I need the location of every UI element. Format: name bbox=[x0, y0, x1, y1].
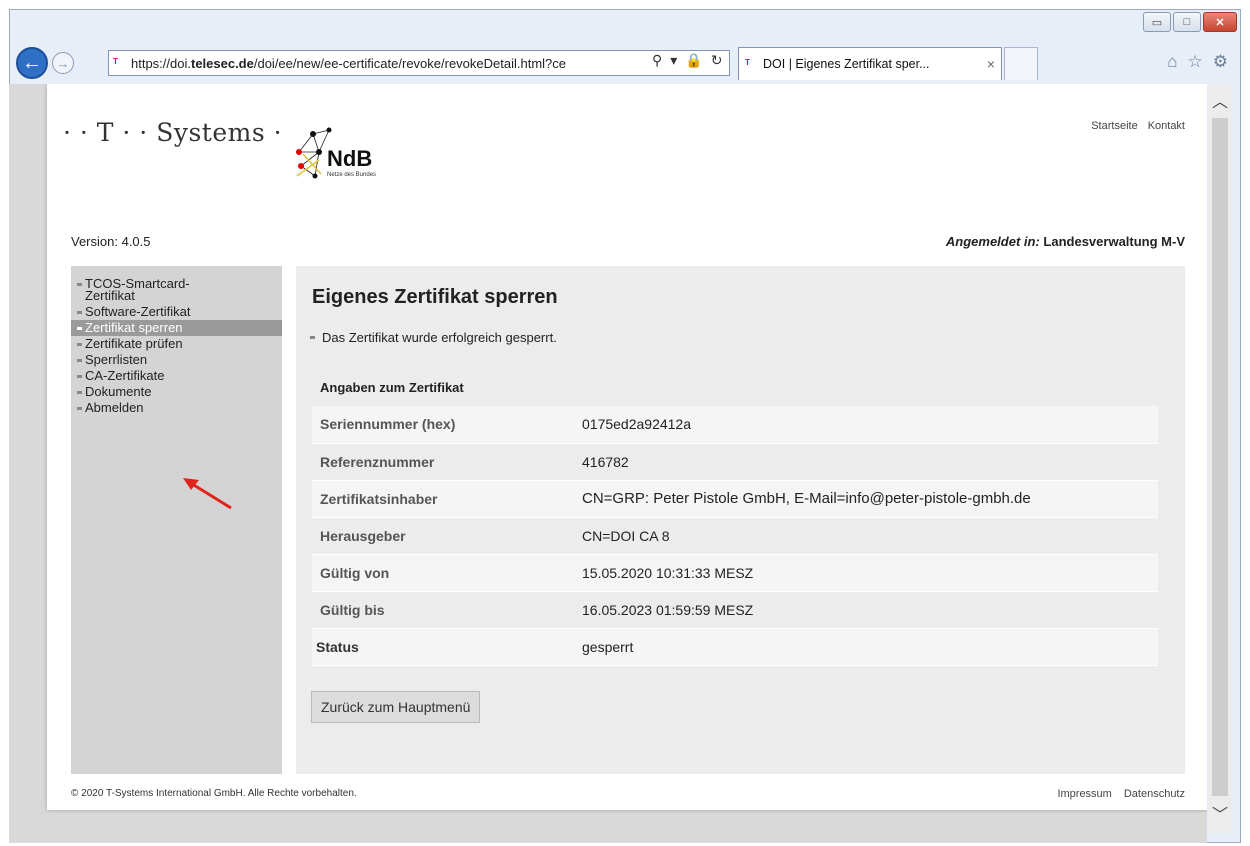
detail-key: Seriennummer (hex) bbox=[312, 406, 582, 444]
home-icon[interactable]: ⌂ bbox=[1167, 52, 1177, 72]
back-button[interactable]: ← bbox=[16, 47, 48, 79]
sidebar-nav: TCOS-Smartcard-Zertifikat Software-Zerti… bbox=[71, 266, 282, 774]
telekom-favicon-icon: T bbox=[113, 57, 118, 66]
ndb-text: NdB bbox=[327, 146, 373, 171]
scroll-up-icon[interactable]: ︿ bbox=[1208, 88, 1232, 112]
tab-favicon-icon: T bbox=[745, 58, 750, 67]
url-path: /doi/ee/new/ee-certificate/revoke/revoke… bbox=[253, 55, 567, 71]
forward-arrow-icon: → bbox=[56, 55, 70, 71]
success-message: Das Zertifikat wurde erfolgreich gesperr… bbox=[310, 330, 557, 345]
sidebar-item-dokumente[interactable]: Dokumente bbox=[71, 384, 282, 400]
url-domain: telesec.de bbox=[190, 55, 254, 71]
section-title: Angaben zum Zertifikat bbox=[320, 380, 464, 395]
detail-value: 16.05.2023 01:59:59 MESZ bbox=[582, 591, 1158, 629]
certificate-details-table: Seriennummer (hex) 0175ed2a92412a Refere… bbox=[312, 406, 1158, 666]
dropdown-arrow-icon[interactable]: ▾ bbox=[670, 52, 677, 69]
table-row: Zertifikatsinhaber CN=GRP: Peter Pistole… bbox=[312, 480, 1158, 518]
new-tab-button[interactable] bbox=[1004, 47, 1038, 80]
page-viewport: · · T · · Systems · NdB Netze des Bundes… bbox=[9, 84, 1207, 843]
detail-key: Zertifikatsinhaber bbox=[312, 480, 582, 518]
detail-key: Gültig bis bbox=[312, 591, 582, 629]
detail-value: gesperrt bbox=[582, 628, 1158, 666]
refresh-icon[interactable]: ↻ bbox=[711, 52, 723, 69]
table-row: Status gesperrt bbox=[312, 628, 1158, 666]
detail-key: Referenznummer bbox=[312, 443, 582, 481]
back-arrow-icon: ← bbox=[22, 51, 42, 74]
address-tools: ⚲ ▾ 🔒 ↻ bbox=[652, 52, 722, 69]
link-kontakt[interactable]: Kontakt bbox=[1148, 120, 1185, 132]
tab-title: DOI | Eigenes Zertifikat sper... bbox=[763, 57, 930, 71]
link-datenschutz[interactable]: Datenschutz bbox=[1124, 788, 1185, 800]
scroll-thumb[interactable] bbox=[1212, 118, 1228, 796]
link-impressum[interactable]: Impressum bbox=[1057, 788, 1111, 800]
browser-toolbar-icons: ⌂ ☆ ⚙ bbox=[1167, 52, 1228, 72]
tsystems-logo: · · T · · Systems · bbox=[63, 118, 283, 147]
lock-icon[interactable]: 🔒 bbox=[685, 52, 702, 69]
page-title: Eigenes Zertifikat sperren bbox=[312, 286, 558, 308]
favorites-star-icon[interactable]: ☆ bbox=[1188, 52, 1203, 72]
detail-key: Gültig von bbox=[312, 554, 582, 592]
table-row: Referenznummer 416782 bbox=[312, 443, 1158, 481]
table-row: Herausgeber CN=DOI CA 8 bbox=[312, 517, 1158, 555]
table-row: Gültig von 15.05.2020 10:31:33 MESZ bbox=[312, 554, 1158, 592]
ndb-logo: NdB Netze des Bundes bbox=[289, 124, 399, 194]
login-label: Angemeldet in: bbox=[945, 234, 1040, 249]
sidebar-item-zertifikat-sperren[interactable]: Zertifikat sperren bbox=[71, 320, 282, 336]
login-info: Angemeldet in: Landesverwaltung M-V bbox=[946, 234, 1185, 249]
maximize-button[interactable]: □ bbox=[1173, 12, 1201, 32]
navigation-bar: ← → T https://doi. telesec.de/doi/ee/new/… bbox=[10, 44, 1240, 84]
sidebar-item-software-zertifikat[interactable]: Software-Zertifikat bbox=[71, 304, 282, 320]
detail-value: 416782 bbox=[582, 443, 1158, 481]
copyright-text: © 2020 T-Systems International GmbH. All… bbox=[71, 788, 357, 799]
sidebar-item-ca-zertifikate[interactable]: CA-Zertifikate bbox=[71, 368, 282, 384]
detail-value: CN=GRP: Peter Pistole GmbH, E-Mail=info@… bbox=[582, 480, 1158, 518]
table-row: Gültig bis 16.05.2023 01:59:59 MESZ bbox=[312, 591, 1158, 629]
version-label: Version: 4.0.5 bbox=[71, 234, 151, 249]
back-to-main-menu-button[interactable]: Zurück zum Hauptmenü bbox=[311, 691, 481, 723]
top-links: Startseite Kontakt bbox=[1091, 120, 1185, 132]
detail-value: 0175ed2a92412a bbox=[582, 406, 1158, 444]
scroll-down-icon[interactable]: ﹀ bbox=[1208, 801, 1232, 825]
link-startseite[interactable]: Startseite bbox=[1091, 120, 1137, 132]
forward-button[interactable]: → bbox=[52, 52, 74, 74]
tab-doi[interactable]: T DOI | Eigenes Zertifikat sper... × bbox=[738, 47, 1002, 80]
sidebar-item-sperrlisten[interactable]: Sperrlisten bbox=[71, 352, 282, 368]
detail-value: 15.05.2020 10:31:33 MESZ bbox=[582, 554, 1158, 592]
annotation-arrow-icon bbox=[183, 478, 232, 510]
search-icon[interactable]: ⚲ bbox=[652, 52, 662, 69]
table-row: Seriennummer (hex) 0175ed2a92412a bbox=[312, 406, 1158, 444]
detail-key: Status bbox=[312, 628, 582, 666]
footer-links: Impressum Datenschutz bbox=[1057, 788, 1185, 800]
detail-value: CN=DOI CA 8 bbox=[582, 517, 1158, 555]
main-content: Eigenes Zertifikat sperren Das Zertifika… bbox=[296, 266, 1185, 774]
login-value: Landesverwaltung M-V bbox=[1043, 234, 1185, 249]
window-controls: ▭ □ ✕ bbox=[1141, 12, 1237, 32]
vertical-scrollbar[interactable]: ︿ ﹀ bbox=[1208, 84, 1232, 833]
address-bar[interactable]: T https://doi. telesec.de/doi/ee/new/ee-c… bbox=[108, 50, 730, 76]
minimize-button[interactable]: ▭ bbox=[1143, 12, 1171, 32]
url-prefix: https://doi. bbox=[131, 55, 191, 71]
detail-key: Herausgeber bbox=[312, 517, 582, 555]
tab-close-icon[interactable]: × bbox=[987, 56, 995, 72]
sidebar-item-abmelden[interactable]: Abmelden bbox=[71, 400, 282, 416]
sidebar-item-tcos-smartcard[interactable]: TCOS-Smartcard-Zertifikat bbox=[71, 276, 221, 304]
settings-gear-icon[interactable]: ⚙ bbox=[1213, 52, 1228, 72]
ndb-subtext: Netze des Bundes bbox=[327, 172, 377, 178]
close-window-button[interactable]: ✕ bbox=[1203, 12, 1237, 32]
page-container: · · T · · Systems · NdB Netze des Bundes… bbox=[47, 84, 1207, 810]
sidebar-item-zertifikate-pruefen[interactable]: Zertifikate prüfen bbox=[71, 336, 282, 352]
